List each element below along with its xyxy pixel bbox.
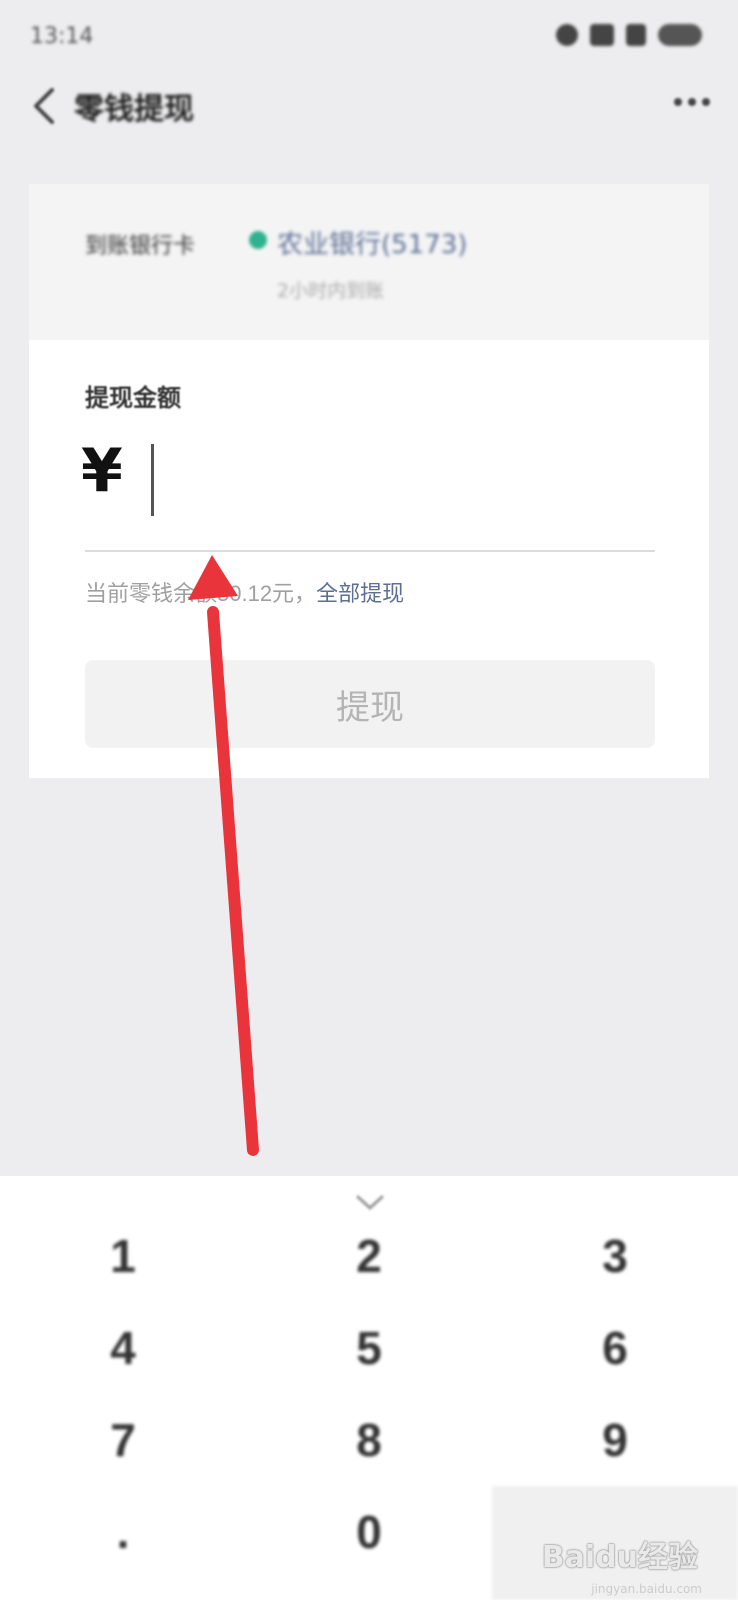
key-2[interactable]: 2 [246,1210,492,1302]
balance-prefix: 当前零钱余额50.12元， [85,581,317,606]
key-8[interactable]: 8 [246,1394,492,1486]
key-5[interactable]: 5 [246,1302,492,1394]
arrival-time-note: 2小时内到账 [277,280,385,302]
key-4[interactable]: 4 [0,1302,246,1394]
currency-symbol: ¥ [81,436,123,506]
balance-text: 当前零钱余额50.12元，全部提现 [85,576,404,608]
wifi-icon [556,24,578,46]
watermark-url: jingyan.baidu.com [591,1582,702,1596]
status-time: 13:14 [30,24,94,49]
bank-card-selector[interactable]: 到账银行卡 农业银行(5173) 2小时内到账 [29,184,709,340]
text-cursor [151,444,154,516]
withdraw-button[interactable]: 提现 [85,660,655,748]
key-1[interactable]: 1 [0,1210,246,1302]
status-bar: 13:14 [0,0,738,72]
key-6[interactable]: 6 [492,1302,738,1394]
divider [85,550,655,552]
chevron-left-icon[interactable] [26,84,62,128]
more-dots-icon[interactable] [674,98,710,106]
bank-card-name[interactable]: 农业银行(5173) [277,224,467,261]
nfc-icon [590,24,614,46]
status-icons [556,24,702,46]
key-7[interactable]: 7 [0,1394,246,1486]
key-9[interactable]: 9 [492,1394,738,1486]
shield-icon [626,24,646,46]
numeric-keypad: 1 2 3 4 5 6 7 8 9 . 0 Baidu经验 jingyan.ba… [0,1176,738,1600]
bank-card-label: 到账银行卡 [85,234,196,259]
amount-input[interactable] [149,438,649,504]
withdraw-amount-card: 提现金额 ¥ 当前零钱余额50.12元，全部提现 提现 [29,340,709,778]
key-3[interactable]: 3 [492,1210,738,1302]
bank-logo-icon [249,231,267,249]
key-dot[interactable]: . [0,1486,246,1578]
nav-bar: 零钱提现 [0,72,738,142]
withdraw-all-link[interactable]: 全部提现 [316,581,404,606]
amount-label: 提现金额 [85,384,181,412]
battery-icon [658,24,702,46]
watermark-logo: Baidu经验 [541,1540,698,1575]
key-0[interactable]: 0 [246,1486,492,1578]
page-title: 零钱提现 [74,92,194,127]
